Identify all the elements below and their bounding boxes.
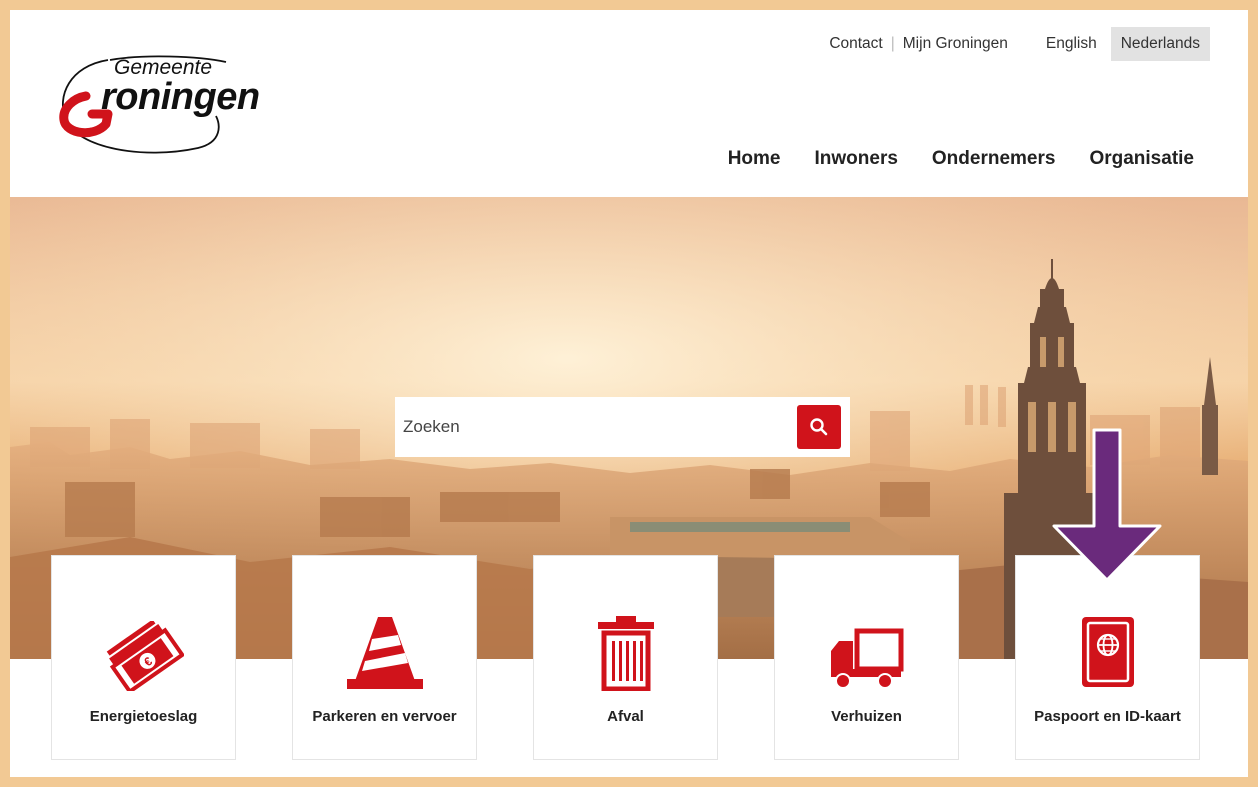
main-navigation: Home Inwoners Ondernemers Organisatie	[728, 148, 1194, 170]
tile-label: Afval	[607, 708, 644, 725]
trash-bin-icon	[597, 616, 654, 691]
money-bills-icon: €	[106, 621, 184, 691]
search-icon	[810, 418, 828, 436]
search-box	[395, 397, 850, 457]
nav-inwoners[interactable]: Inwoners	[815, 148, 898, 170]
gemeente-groningen-logo[interactable]: Gemeente roningen	[48, 38, 298, 178]
tile-paspoort-en-id-kaart[interactable]: Paspoort en ID-kaart	[1015, 555, 1200, 760]
mijn-groningen-link[interactable]: Mijn Groningen	[903, 27, 1008, 61]
language-english-link[interactable]: English	[1038, 27, 1105, 61]
tile-afval[interactable]: Afval	[533, 555, 718, 760]
nav-ondernemers[interactable]: Ondernemers	[932, 148, 1056, 170]
tile-label: Verhuizen	[831, 708, 902, 725]
tile-label: Parkeren en vervoer	[312, 708, 457, 725]
nav-home[interactable]: Home	[728, 148, 781, 170]
contact-link[interactable]: Contact	[829, 27, 882, 61]
passport-icon	[1081, 617, 1134, 687]
search-input[interactable]	[403, 417, 793, 437]
tile-label: Paspoort en ID-kaart	[1034, 708, 1181, 725]
top-utility-bar: Contact | Mijn Groningen English Nederla…	[829, 27, 1210, 61]
topbar-separator: |	[890, 35, 895, 52]
arrow-down-icon	[1052, 428, 1162, 582]
nav-organisatie[interactable]: Organisatie	[1089, 148, 1194, 170]
language-dutch-link[interactable]: Nederlands	[1110, 27, 1210, 61]
traffic-cone-icon	[346, 617, 423, 689]
moving-truck-icon	[830, 628, 903, 689]
tile-verhuizen[interactable]: Verhuizen	[774, 555, 959, 760]
search-button[interactable]	[797, 405, 841, 449]
logo-word-groningen: roningen	[101, 76, 260, 118]
tile-label: Energietoeslag	[89, 708, 198, 725]
tile-parkeren-en-vervoer[interactable]: Parkeren en vervoer	[292, 555, 477, 760]
page-frame: Gemeente roningen Contact | Mijn Groning…	[10, 10, 1248, 777]
tile-energietoeslag[interactable]: € Energietoeslag	[51, 555, 236, 760]
